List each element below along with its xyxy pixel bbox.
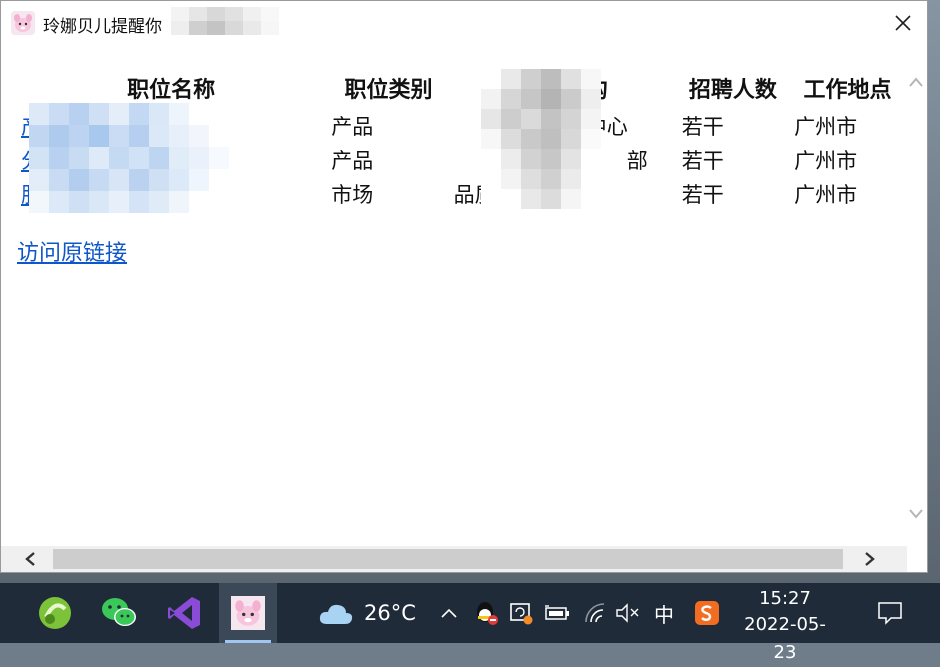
weather-temp[interactable]: 26°C (360, 583, 420, 643)
battery-icon (545, 605, 569, 620)
table-header-row: 职位名称 职位类别 所属机构 招聘人数 工作地点 (15, 67, 907, 109)
taskbar-app-wechat[interactable] (90, 583, 148, 643)
job-category-cell: 市场 (331, 183, 374, 207)
linabell-app-icon (231, 596, 265, 630)
organization-cell: 部 (626, 149, 648, 173)
visual-studio-icon (168, 597, 200, 629)
original-link[interactable]: 访问原链接 (17, 235, 127, 267)
chevron-right-icon (865, 552, 875, 566)
taskbar-app-linabell[interactable] (219, 583, 277, 643)
header-job-name: 职位名称 (127, 77, 216, 103)
taskbar-app-partial[interactable] (0, 583, 8, 643)
headcount-cell: 若干 (681, 183, 724, 207)
taskbar-app-visual-studio[interactable] (155, 583, 213, 643)
organization-cell: 品质 (453, 183, 496, 207)
taskbar: 26°C 中 15:27 2022-05-23 (0, 583, 940, 663)
wechat-icon (102, 598, 136, 626)
taskbar-app-vcs[interactable] (26, 583, 84, 643)
header-headcount: 招聘人数 (688, 77, 777, 103)
header-location: 工作地点 (803, 77, 892, 103)
tray-volume[interactable] (612, 583, 644, 643)
sync-icon (510, 603, 533, 625)
header-job-category: 职位类别 (344, 77, 433, 103)
job-table: 职位名称 职位类别 所属机构 招聘人数 工作地点 产品运营 产品 中心 若干 广… (15, 67, 907, 211)
location-cell: 广州市 (794, 149, 858, 173)
volume-muted-icon (616, 603, 639, 623)
redacted-title-mosaic (171, 7, 281, 35)
window-titlebar: 玲娜贝儿提醒你 (1, 1, 927, 45)
scroll-right-button[interactable] (855, 546, 885, 572)
location-cell: 广州市 (794, 183, 858, 207)
linabell-icon (11, 11, 35, 35)
notification-icon (878, 602, 902, 625)
chevron-down-icon (909, 509, 923, 519)
organization-cell: 中心 (585, 115, 628, 139)
header-organization: 所属机构 (519, 77, 608, 103)
action-center-button[interactable] (868, 583, 912, 643)
scroll-down-button[interactable] (905, 503, 927, 525)
chevron-left-icon (25, 552, 35, 566)
clock-time: 15:27 (759, 588, 811, 609)
location-cell: 广州市 (794, 115, 858, 139)
wifi-icon (585, 603, 605, 623)
job-link[interactable]: 产品运营 (21, 115, 105, 139)
job-category-cell: 产品 (331, 149, 374, 173)
tray-sync[interactable] (504, 583, 538, 643)
vcs-icon (39, 597, 71, 629)
window-content: 职位名称 职位类别 所属机构 招聘人数 工作地点 产品运营 产品 中心 若干 广… (1, 45, 907, 545)
job-link[interactable]: 分析 2022 (21, 149, 123, 173)
job-category-cell: 产品 (331, 115, 374, 139)
table-row: 产品运营 产品 中心 若干 广州市 (15, 109, 907, 143)
notification-window: 玲娜贝儿提醒你 职位名称 职位类别 所属机构 招聘人数 工作地点 产品运营 产品… (0, 0, 928, 573)
table-row: 服务运 市场 品质 若干 广州市 (15, 177, 907, 211)
horizontal-scrollbar[interactable] (1, 546, 907, 572)
chevron-up-icon (909, 77, 923, 87)
clock-date: 2022-05-23 (744, 614, 826, 663)
tray-wifi[interactable] (578, 583, 612, 643)
chevron-up-icon (441, 608, 457, 618)
tray-qq[interactable] (470, 583, 502, 643)
job-link[interactable]: 服务运 (21, 183, 84, 207)
headcount-cell: 若干 (681, 149, 724, 173)
tray-sogou[interactable] (690, 583, 724, 643)
scroll-left-button[interactable] (15, 546, 45, 572)
horizontal-scroll-thumb[interactable] (53, 549, 843, 569)
qq-icon (477, 602, 498, 625)
weather-widget[interactable] (316, 583, 356, 643)
tray-battery[interactable] (540, 583, 574, 643)
sogou-icon (695, 601, 719, 625)
close-icon (895, 15, 911, 31)
window-title: 玲娜贝儿提醒你 (43, 17, 162, 37)
headcount-cell: 若干 (681, 115, 724, 139)
taskbar-clock[interactable]: 15:27 2022-05-23 (740, 587, 830, 667)
table-row: 分析 2022 产品 部 若干 广州市 (15, 143, 907, 177)
close-button[interactable] (885, 7, 921, 39)
scroll-up-button[interactable] (905, 71, 927, 93)
tray-overflow-button[interactable] (436, 583, 462, 643)
ime-indicator[interactable]: 中 (648, 583, 680, 643)
cloud-icon (319, 604, 353, 624)
vertical-scrollbar[interactable] (905, 71, 927, 531)
